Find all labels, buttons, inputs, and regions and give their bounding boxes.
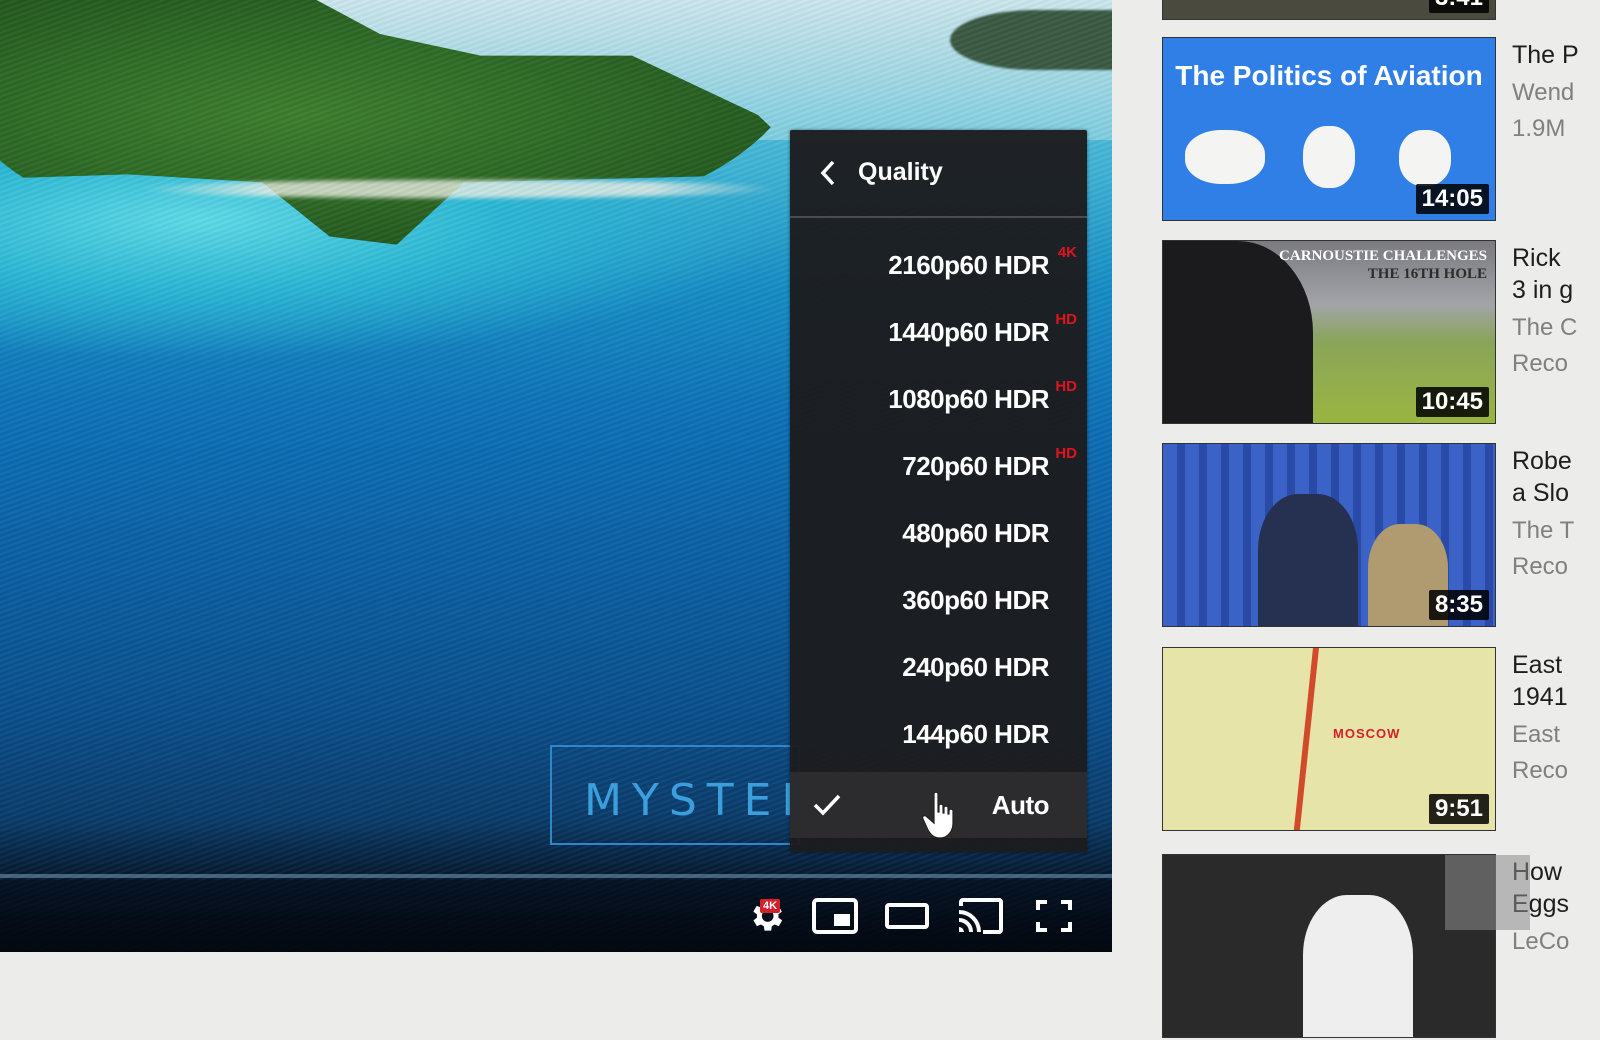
progress-bar[interactable] bbox=[0, 874, 1112, 878]
quality-option-144p60[interactable]: 144p60 HDR bbox=[790, 701, 1087, 767]
quality-option-label: 2160p60 HDR bbox=[888, 250, 1049, 280]
quality-option-360p60[interactable]: 360p60 HDR bbox=[790, 567, 1087, 633]
recommendation-item[interactable]: 3:41 bbox=[1162, 0, 1502, 22]
thumbnail-shape bbox=[1185, 130, 1265, 184]
thumbnail-text: MOSCOW bbox=[1333, 726, 1401, 741]
video-meta: Reco bbox=[1512, 553, 1569, 580]
thumbnail-text: The Politics of Aviation bbox=[1175, 60, 1483, 91]
video-meta: 1.9M bbox=[1512, 115, 1566, 142]
quality-option-label: Auto bbox=[991, 790, 1050, 820]
video-channel[interactable]: LeCo bbox=[1512, 928, 1569, 956]
quality-option-label: 360p60 HDR bbox=[902, 585, 1049, 615]
quality-menu: Quality 2160p60 HDR 4K 1440p60 HDR HD 10… bbox=[790, 130, 1087, 852]
quality-option-label: 144p60 HDR bbox=[902, 719, 1049, 749]
recommendation-item[interactable]: 8:35 Robe a Slo The T Reco bbox=[1162, 443, 1574, 629]
quality-tag: 4K bbox=[1057, 244, 1077, 261]
video-channel[interactable]: The C bbox=[1512, 314, 1577, 342]
video-duration: 9:51 bbox=[1428, 794, 1489, 824]
quality-option-label: 720p60 HDR bbox=[902, 451, 1049, 481]
video-title[interactable]: Rick 3 in g bbox=[1512, 242, 1600, 306]
thumbnail-figure bbox=[1303, 895, 1413, 1037]
recommendation-item[interactable]: The Politics of Aviation 14:05 The P Wen… bbox=[1162, 37, 1579, 223]
fullscreen-button[interactable] bbox=[1028, 896, 1080, 936]
player-controls-bar bbox=[0, 880, 1112, 952]
video-thumbnail[interactable]: CARNOUSTIE CHALLENGES THE 16TH HOLE 10:4… bbox=[1162, 240, 1496, 424]
recommendation-item[interactable]: CARNOUSTIE CHALLENGES THE 16TH HOLE 10:4… bbox=[1162, 240, 1577, 426]
quality-option-label: 1080p60 HDR bbox=[888, 384, 1049, 414]
video-thumbnail[interactable]: MOSCOW 9:51 bbox=[1162, 647, 1496, 831]
video-meta: Reco bbox=[1512, 757, 1569, 784]
quality-option-label: 1440p60 HDR bbox=[888, 317, 1049, 347]
cast-icon bbox=[958, 898, 1003, 934]
video-duration: 14:05 bbox=[1415, 184, 1489, 214]
theater-mode-button[interactable] bbox=[882, 896, 934, 936]
fullscreen-icon bbox=[1036, 900, 1072, 932]
video-channel[interactable]: The T bbox=[1512, 517, 1574, 545]
cast-button[interactable] bbox=[955, 896, 1007, 936]
quality-option-480p60[interactable]: 480p60 HDR bbox=[790, 500, 1087, 566]
thumbnail-route-line bbox=[1293, 648, 1319, 830]
quality-menu-back-button[interactable]: Quality bbox=[790, 130, 1087, 218]
quality-option-240p60[interactable]: 240p60 HDR bbox=[790, 634, 1087, 700]
quality-option-1440p60[interactable]: 1440p60 HDR HD bbox=[790, 299, 1087, 365]
video-title-card: MYSTER bbox=[550, 745, 812, 845]
quality-tag: HD bbox=[1055, 445, 1077, 462]
recommendation-item[interactable]: MOSCOW 9:51 East 1941 East Reco bbox=[1162, 647, 1568, 833]
recommendations-sidebar: 3:41 The Politics of Aviation 14:05 The … bbox=[1112, 0, 1600, 1038]
video-thumbnail[interactable]: 8:35 bbox=[1162, 443, 1496, 627]
video-thumbnail[interactable]: 3:41 bbox=[1162, 0, 1496, 20]
quality-option-720p60[interactable]: 720p60 HDR HD bbox=[790, 433, 1087, 499]
video-title-card-text: MYSTER bbox=[584, 775, 823, 826]
thumbnail-figure bbox=[1258, 494, 1358, 626]
miniplayer-icon bbox=[812, 898, 858, 934]
video-duration: 8:35 bbox=[1428, 590, 1489, 620]
thumbnail-text-line: THE 16TH HOLE bbox=[1367, 266, 1487, 282]
chevron-left-icon bbox=[820, 160, 835, 186]
quality-tag: HD bbox=[1055, 311, 1077, 328]
thumbnail-shape bbox=[1399, 130, 1451, 186]
miniplayer-button[interactable] bbox=[810, 896, 862, 936]
thumbnail-text-line: CARNOUSTIE CHALLENGES bbox=[1279, 248, 1487, 264]
video-channel[interactable]: Wend bbox=[1512, 79, 1574, 107]
video-duration: 3:41 bbox=[1428, 0, 1489, 13]
video-duration: 10:45 bbox=[1415, 387, 1489, 417]
video-thumbnail[interactable]: The Politics of Aviation 14:05 bbox=[1162, 37, 1496, 221]
quality-option-2160p60[interactable]: 2160p60 HDR 4K bbox=[790, 232, 1087, 298]
quality-menu-title: Quality bbox=[858, 158, 943, 186]
quality-tag: HD bbox=[1055, 378, 1077, 395]
thumbnail-text: CARNOUSTIE CHALLENGES THE 16TH HOLE bbox=[1279, 247, 1487, 283]
quality-option-label: 480p60 HDR bbox=[902, 518, 1049, 548]
quality-option-1080p60[interactable]: 1080p60 HDR HD bbox=[790, 366, 1087, 432]
video-meta: Reco bbox=[1512, 350, 1569, 377]
video-channel[interactable]: East bbox=[1512, 721, 1560, 749]
quality-badge: 4K bbox=[760, 899, 781, 913]
checkmark-icon bbox=[813, 794, 841, 816]
engadget-watermark-logo bbox=[1445, 855, 1530, 930]
hand-cursor-icon bbox=[922, 791, 954, 839]
quality-option-label: 240p60 HDR bbox=[902, 652, 1049, 682]
theater-mode-icon bbox=[885, 903, 929, 929]
thumbnail-shape bbox=[1303, 126, 1355, 188]
video-title[interactable]: East 1941 bbox=[1512, 649, 1600, 713]
video-title[interactable]: The P bbox=[1512, 39, 1600, 71]
video-title[interactable]: Robe a Slo bbox=[1512, 445, 1600, 509]
